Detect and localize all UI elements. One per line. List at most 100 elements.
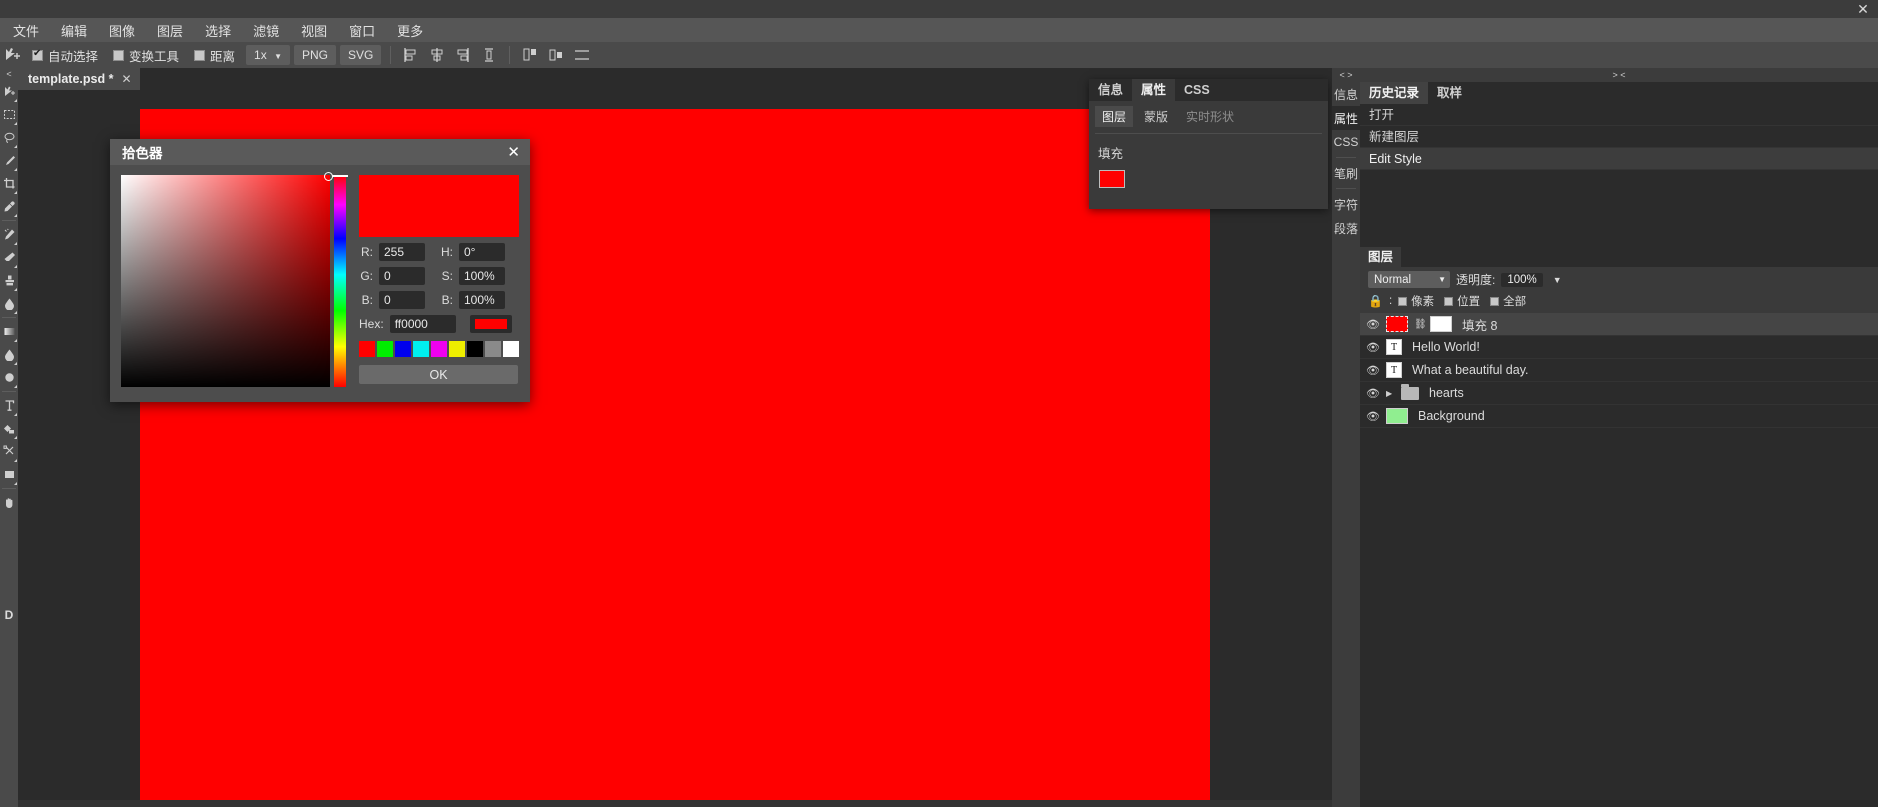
lock-option[interactable]: 像素: [1398, 293, 1434, 309]
dock-expand-button[interactable]: < >: [1332, 68, 1360, 82]
eyedropper-tool[interactable]: [0, 195, 18, 218]
properties-tab[interactable]: CSS: [1175, 79, 1219, 101]
layer-row[interactable]: 👁 ▶ hearts: [1360, 382, 1878, 405]
text-layer-thumbnail[interactable]: T: [1386, 362, 1402, 378]
blend-mode-select[interactable]: Normal ▼: [1368, 271, 1450, 288]
lock-checkbox[interactable]: [1444, 296, 1454, 306]
color-field-input[interactable]: 0: [379, 267, 425, 285]
history-item[interactable]: 新建图层: [1360, 126, 1878, 148]
eraser-tool[interactable]: [0, 246, 18, 269]
stamp-tool[interactable]: [0, 269, 18, 292]
close-icon[interactable]: ✕: [121, 72, 131, 86]
menu-select[interactable]: 选择: [194, 18, 242, 43]
menu-file[interactable]: 文件: [2, 18, 50, 43]
blur-tool[interactable]: [0, 292, 18, 315]
dock-rail-item[interactable]: CSS: [1332, 130, 1360, 154]
dock-rail-item[interactable]: 信息: [1332, 82, 1360, 106]
layer-row[interactable]: 👁 T Hello World!: [1360, 336, 1878, 359]
lock-checkbox[interactable]: [1490, 296, 1500, 306]
color-swatch[interactable]: [377, 341, 393, 357]
menu-filter[interactable]: 滤镜: [242, 18, 290, 43]
dock-rail-item[interactable]: 笔刷: [1332, 161, 1360, 185]
hue-slider-handle[interactable]: [332, 175, 349, 178]
properties-tab[interactable]: 信息: [1089, 79, 1132, 101]
pen-tool[interactable]: [0, 440, 18, 463]
dock-rail-item[interactable]: 属性: [1332, 106, 1360, 130]
align-center-horizontal-icon[interactable]: [426, 45, 448, 65]
menu-image[interactable]: 图像: [98, 18, 146, 43]
align-left-icon[interactable]: [400, 45, 422, 65]
transform-tool-checkbox[interactable]: [113, 49, 125, 61]
toolbar-collapse-button[interactable]: <: [0, 68, 18, 80]
rectangle-tool[interactable]: [0, 463, 18, 486]
color-field-input[interactable]: 100%: [459, 291, 505, 309]
layer-thumbnail[interactable]: [1386, 408, 1408, 424]
eye-icon[interactable]: 👁: [1366, 318, 1380, 331]
color-swatch[interactable]: [359, 341, 375, 357]
align-top-icon[interactable]: [519, 45, 541, 65]
layer-row[interactable]: 👁 Background: [1360, 405, 1878, 428]
eye-icon[interactable]: 👁: [1366, 364, 1380, 377]
history-item[interactable]: Edit Style: [1360, 148, 1878, 170]
shape-tool[interactable]: [0, 417, 18, 440]
hex-input[interactable]: ff0000: [389, 315, 456, 333]
color-swatch[interactable]: [467, 341, 483, 357]
dock-rail-item[interactable]: 段落: [1332, 216, 1360, 240]
healing-tool[interactable]: [0, 223, 18, 246]
menu-view[interactable]: 视图: [290, 18, 338, 43]
auto-select-option[interactable]: 自动选择: [32, 46, 98, 65]
history-tab[interactable]: 取样: [1428, 82, 1471, 104]
zoom-level-select[interactable]: 1x ▼: [246, 45, 290, 65]
color-swatch[interactable]: [395, 341, 411, 357]
color-field-input[interactable]: 255: [379, 243, 425, 261]
auto-select-checkbox[interactable]: [32, 48, 43, 61]
hand-tool[interactable]: [0, 491, 18, 514]
marquee-tool[interactable]: [0, 103, 18, 126]
default-colors-button[interactable]: D: [1, 608, 17, 626]
history-tab[interactable]: 历史记录: [1360, 82, 1429, 104]
align-middle-icon[interactable]: [545, 45, 567, 65]
distance-checkbox[interactable]: [194, 49, 206, 61]
menu-edit[interactable]: 编辑: [50, 18, 98, 43]
color-swatch[interactable]: [503, 341, 519, 357]
color-field-input[interactable]: 0: [379, 291, 425, 309]
window-close-button[interactable]: ✕: [1852, 0, 1874, 18]
fill-color-swatch[interactable]: [1099, 170, 1125, 188]
horizontal-scrollbar[interactable]: [18, 800, 1332, 807]
color-field-input[interactable]: 0°: [459, 243, 505, 261]
layer-row[interactable]: 👁 T What a beautiful day.: [1360, 359, 1878, 382]
eye-icon[interactable]: 👁: [1366, 410, 1380, 423]
eye-icon[interactable]: 👁: [1366, 387, 1380, 400]
distribute-vertical-icon[interactable]: [571, 45, 593, 65]
properties-subtab[interactable]: 图层: [1095, 106, 1134, 127]
ellipse-tool[interactable]: [0, 366, 18, 389]
lock-option[interactable]: 全部: [1490, 293, 1526, 309]
layer-row[interactable]: 👁 ⛓ 填充 8: [1360, 313, 1878, 336]
brush-tool[interactable]: [0, 149, 18, 172]
distribute-horizontal-icon[interactable]: [478, 45, 500, 65]
document-tab[interactable]: template.psd * ✕: [18, 68, 140, 90]
text-layer-thumbnail[interactable]: T: [1386, 339, 1402, 355]
history-item[interactable]: 打开: [1360, 104, 1878, 126]
distance-option[interactable]: 距离: [194, 46, 235, 65]
opacity-value[interactable]: 100%: [1501, 272, 1543, 287]
type-tool[interactable]: [0, 394, 18, 417]
menu-layer[interactable]: 图层: [146, 18, 194, 43]
color-swatch[interactable]: [413, 341, 429, 357]
link-icon[interactable]: ⛓: [1414, 319, 1427, 330]
lasso-tool[interactable]: [0, 126, 18, 149]
align-right-icon[interactable]: [452, 45, 474, 65]
lock-option[interactable]: 位置: [1444, 293, 1480, 309]
ok-button[interactable]: OK: [359, 365, 518, 384]
dock-rail-item[interactable]: 字符: [1332, 192, 1360, 216]
move-tool[interactable]: [0, 80, 18, 103]
export-svg-button[interactable]: SVG: [340, 45, 382, 65]
panel-collapse-button[interactable]: > <: [1360, 68, 1878, 82]
hue-slider[interactable]: [332, 175, 349, 387]
hex-color-chip-wrap[interactable]: [469, 315, 512, 333]
menu-window[interactable]: 窗口: [338, 18, 386, 43]
dodge-tool[interactable]: [0, 343, 18, 366]
chevron-right-icon[interactable]: ▶: [1386, 389, 1395, 398]
color-swatch[interactable]: [449, 341, 465, 357]
layer-mask-thumbnail[interactable]: [1430, 316, 1452, 332]
